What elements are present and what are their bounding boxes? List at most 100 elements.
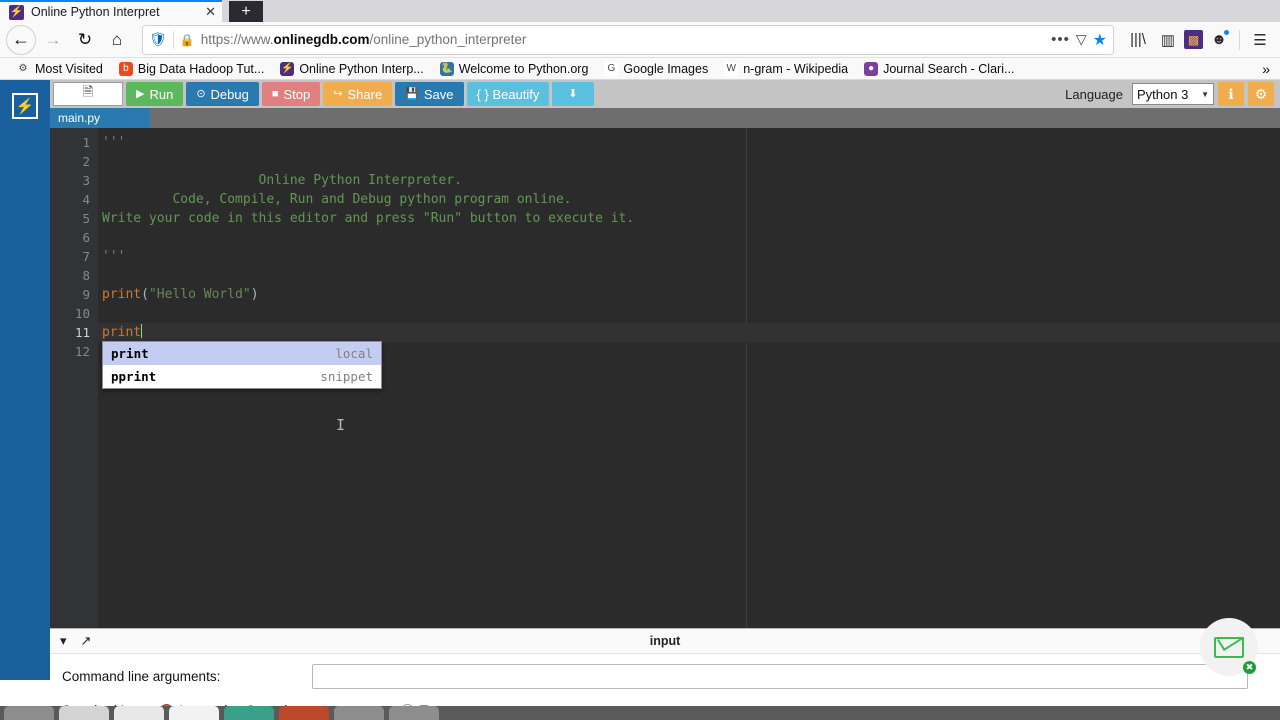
code-line[interactable]: Code, Compile, Run and Debug python prog… <box>98 190 1280 209</box>
line-number: 12 <box>74 344 90 359</box>
code-line[interactable]: print <box>98 323 1280 342</box>
code-paren-close: ) <box>250 287 259 302</box>
debug-icon: ⊙ <box>196 87 206 100</box>
debug-label: Debug <box>210 86 249 102</box>
bookmark-label: Online Python Interp... <box>299 61 424 76</box>
chart-extension-icon[interactable]: ▩ <box>1184 30 1203 49</box>
bookmark-item[interactable]: ⚙ Most Visited <box>8 61 111 76</box>
dock-item-2[interactable] <box>59 706 109 720</box>
line-number: 10 <box>74 306 90 321</box>
code-text-area[interactable]: ''' Online Python Interpreter. Code, Com… <box>98 128 1280 680</box>
language-select[interactable]: Python 3 ▼ <box>1132 83 1214 105</box>
run-button[interactable]: ▶ Run <box>126 82 184 106</box>
share-button[interactable]: ↪ Share <box>323 82 393 106</box>
wikipedia-icon: W <box>724 61 739 76</box>
bookmarks-overflow-icon[interactable]: » <box>1262 61 1272 77</box>
text-cursor-icon: I <box>336 416 346 434</box>
home-button[interactable]: ⌂ <box>102 25 132 55</box>
new-tab-button[interactable]: + <box>229 1 263 22</box>
download-button[interactable]: ⬇ <box>552 82 594 106</box>
code-line[interactable]: ''' <box>98 133 1280 152</box>
autocomplete-item[interactable]: pprint snippet <box>103 365 381 388</box>
code-line[interactable] <box>98 228 1280 247</box>
chat-widget-button[interactable]: ✖ <box>1200 618 1258 676</box>
library-icon[interactable]: |||\ <box>1124 26 1152 54</box>
bookmark-item[interactable]: Wn-gram - Wikipedia <box>716 61 856 76</box>
bookmark-label: Google Images <box>623 61 709 76</box>
bookmark-item[interactable]: ● Journal Search - Clari... <box>856 61 1022 76</box>
dock-item-7[interactable] <box>334 706 384 720</box>
input-panel-header: ▾ ↗ input <box>50 629 1280 654</box>
autocomplete-popup[interactable]: print local pprint snippet <box>102 341 382 389</box>
line-number: 4 <box>82 192 90 207</box>
google-icon: G <box>604 61 619 76</box>
reload-button[interactable]: ↻ <box>70 25 100 55</box>
account-icon[interactable]: ☻ <box>1205 26 1233 54</box>
code-line[interactable]: Online Python Interpreter. <box>98 171 1280 190</box>
code-line[interactable] <box>98 152 1280 171</box>
dock-item-5[interactable] <box>224 706 274 720</box>
page-content: ⚡ 🗎 ▶ Run ⊙ Debug ■ Stop ↪ Share 💾 Save … <box>0 80 1280 718</box>
beautify-button[interactable]: { } Beautify <box>466 82 550 106</box>
menu-icon[interactable]: ☰ <box>1246 26 1274 54</box>
bookmark-label: Most Visited <box>35 61 103 76</box>
code-line[interactable] <box>98 304 1280 323</box>
code-paren-open: ( <box>141 287 149 302</box>
pocket-icon[interactable]: ▽ <box>1076 31 1087 48</box>
page-actions-icon[interactable]: ••• <box>1051 31 1070 48</box>
chevron-down-icon: ▼ <box>1201 89 1209 99</box>
close-icon[interactable]: ✕ <box>205 4 216 20</box>
lock-icon[interactable]: 🔒 <box>180 33 195 47</box>
floppy-icon: 💾 <box>405 87 419 100</box>
expand-icon[interactable]: ↗ <box>81 633 92 649</box>
autocomplete-item-kind: snippet <box>320 369 373 384</box>
bookmark-item[interactable]: ⚡ Online Python Interp... <box>272 61 431 76</box>
file-tab-main-py[interactable]: main.py <box>50 108 150 128</box>
lightning-icon[interactable]: ⚡ <box>12 93 38 119</box>
new-file-icon[interactable]: 🗎 <box>53 82 123 106</box>
line-number: 9 <box>82 287 90 302</box>
stop-button[interactable]: ■ Stop <box>261 82 321 106</box>
save-button[interactable]: 💾 Save <box>395 82 464 106</box>
chevron-down-icon[interactable]: ▾ <box>60 633 67 649</box>
bookmark-item[interactable]: G Google Images <box>596 61 716 76</box>
chat-close-badge[interactable]: ✖ <box>1243 661 1256 674</box>
dock-item-3[interactable] <box>114 706 164 720</box>
dock-item-8[interactable] <box>389 706 439 720</box>
url-scheme: https://www. <box>200 32 274 47</box>
dock-item-6[interactable] <box>279 706 329 720</box>
bookmark-star-icon[interactable]: ★ <box>1093 30 1107 50</box>
code-line[interactable]: Write your code in this editor and press… <box>98 209 1280 228</box>
code-line[interactable]: print("Hello World") <box>98 285 1280 304</box>
info-button[interactable]: ℹ <box>1218 82 1244 106</box>
code-line[interactable] <box>98 266 1280 285</box>
autocomplete-item[interactable]: print local <box>103 342 381 365</box>
url-bar[interactable]: 🛡 🔒 https://www.onlinegdb.com/online_pyt… <box>142 24 1114 55</box>
dock-item-1[interactable] <box>4 706 54 720</box>
shield-icon[interactable]: 🛡 <box>149 31 167 48</box>
code-line[interactable]: ''' <box>98 247 1280 266</box>
share-icon: ↪ <box>333 87 343 100</box>
back-button[interactable]: ← <box>6 24 36 55</box>
line-number: 7 <box>82 249 90 264</box>
command-line-arguments-input[interactable] <box>312 664 1248 689</box>
sidebar-icon[interactable]: ▥ <box>1154 26 1182 54</box>
browser-tab-active[interactable]: ⚡ Online Python Interpret ✕ <box>0 0 222 22</box>
debug-button[interactable]: ⊙ Debug <box>186 82 259 106</box>
forward-button[interactable]: → <box>38 25 68 55</box>
autocomplete-item-name: print <box>111 346 149 361</box>
tab-title: Online Python Interpret <box>31 5 160 19</box>
input-panel: ▾ ↗ input Command line arguments: Standa… <box>50 628 1280 718</box>
share-label: Share <box>347 86 383 102</box>
bookmark-item[interactable]: b Big Data Hadoop Tut... <box>111 61 272 76</box>
language-label: Language <box>1065 86 1123 102</box>
os-dock <box>0 706 1280 720</box>
settings-gear-button[interactable]: ⚙ <box>1248 82 1274 106</box>
line-number: 3 <box>82 173 90 188</box>
dock-item-4[interactable] <box>169 706 219 720</box>
code-editor[interactable]: 1 2 3 4 5 6 7 8 9 10 11 12 ''' Online Python Interp… <box>50 128 1280 680</box>
bookmarks-bar: ⚙ Most Visited b Big Data Hadoop Tut... ⚡ Onl… <box>0 58 1280 80</box>
ide-toolbar: 🗎 ▶ Run ⊙ Debug ■ Stop ↪ Share 💾 Save {… <box>50 80 1280 108</box>
bookmark-item[interactable]: 🐍 Welcome to Python.org <box>432 61 597 76</box>
bookmark-label: Welcome to Python.org <box>458 61 589 76</box>
